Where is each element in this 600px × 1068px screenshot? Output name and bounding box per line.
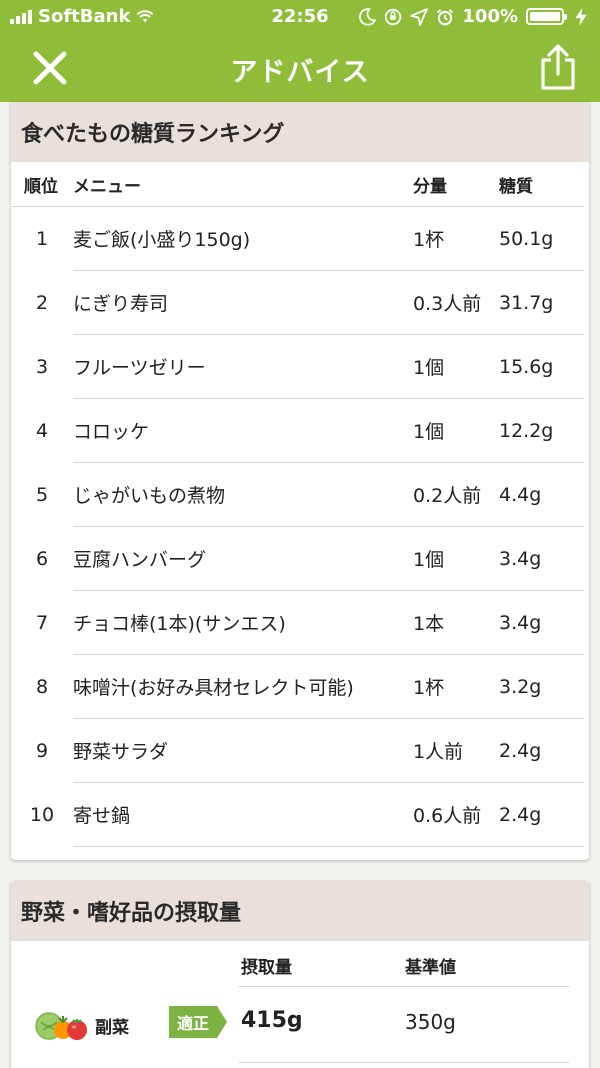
table-row[interactable]: 7 チョコ棒(1本)(サンエス) 1本 3.4g xyxy=(36,591,584,655)
menu-name: チョコ棒(1本)(サンエス) xyxy=(73,613,286,635)
amount: 0.6人前 xyxy=(413,805,482,827)
menu-name: にぎり寿司 xyxy=(73,293,169,315)
amount: 1人前 xyxy=(413,741,464,763)
column-header-amount: 分量 xyxy=(413,176,447,197)
column-header-standard: 基準値 xyxy=(405,958,456,978)
rank-number: 5 xyxy=(35,483,49,506)
orientation-lock-icon xyxy=(385,8,402,25)
battery-percent: 100% xyxy=(462,6,518,27)
rank-number: 3 xyxy=(35,355,49,378)
ranking-title: 食べたもの糖質ランキング xyxy=(11,102,589,162)
table-row[interactable]: 9 野菜サラダ 1人前 2.4g xyxy=(36,719,584,783)
table-row[interactable]: 8 味噌汁(お好み具材セレクト可能) 1杯 3.2g xyxy=(36,655,584,719)
page-title: アドバイス xyxy=(230,57,370,88)
status-bar: SoftBank 22:56 100% xyxy=(0,0,600,34)
rank-number: 9 xyxy=(35,739,49,762)
column-header-menu: メニュー xyxy=(73,176,141,197)
menu-name: 麦ご飯(小盛り150g) xyxy=(73,229,251,251)
amount: 1個 xyxy=(413,421,445,443)
nav-bar: アドバイス xyxy=(0,34,600,102)
carb-value: 2.4g xyxy=(499,739,542,762)
carb-value: 12.2g xyxy=(499,419,554,442)
carb-value: 3.4g xyxy=(499,547,542,570)
carb-value: 2.4g xyxy=(499,803,542,826)
charging-icon xyxy=(575,7,587,26)
status-icons: 100% xyxy=(358,6,590,27)
carb-value: 4.4g xyxy=(499,483,542,506)
vegetables-icon xyxy=(35,1012,87,1040)
rank-number: 7 xyxy=(35,611,49,634)
intake-title: 野菜・嗜好品の摂取量 xyxy=(11,881,589,941)
rank-number: 1 xyxy=(35,227,49,250)
carb-value: 3.2g xyxy=(499,675,542,698)
carb-value: 50.1g xyxy=(499,227,554,250)
menu-name: 味噌汁(お好み具材セレクト可能) xyxy=(73,677,354,699)
location-icon xyxy=(410,7,429,26)
menu-name: コロッケ xyxy=(73,421,150,443)
rank-number: 6 xyxy=(35,547,49,570)
menu-name: 豆腐ハンバーグ xyxy=(73,549,207,571)
amount: 0.2人前 xyxy=(413,485,482,507)
table-row[interactable]: 5 じゃがいもの煮物 0.2人前 4.4g xyxy=(36,463,584,527)
table-row[interactable]: 3 フルーツゼリー 1個 15.6g xyxy=(36,335,584,399)
row-divider xyxy=(239,986,569,987)
row-divider xyxy=(239,1062,569,1063)
amount: 0.3人前 xyxy=(413,293,482,315)
rank-number: 10 xyxy=(29,803,55,826)
intake-label: 副菜 xyxy=(95,1018,129,1038)
intake-column-headers: 摂取量 基準値 xyxy=(11,941,589,986)
status-badge-label: 適正 xyxy=(169,1006,217,1038)
rank-number: 2 xyxy=(35,291,49,314)
menu-name: フルーツゼリー xyxy=(73,357,206,379)
carb-value: 3.4g xyxy=(499,611,542,634)
amount: 1本 xyxy=(413,613,445,635)
table-row[interactable]: 6 豆腐ハンバーグ 1個 3.4g xyxy=(36,527,584,591)
intake-row-side-dish[interactable]: 副菜 適正 415g 350g xyxy=(11,986,589,1063)
column-header-carb: 糖質 xyxy=(499,176,533,197)
table-row[interactable]: 10 寄せ鍋 0.6人前 2.4g xyxy=(30,783,584,847)
menu-name: じゃがいもの煮物 xyxy=(73,485,226,507)
status-badge: 適正 xyxy=(169,1006,227,1038)
alarm-icon xyxy=(437,8,454,25)
table-row[interactable]: 1 麦ご飯(小盛り150g) 1杯 50.1g xyxy=(36,207,584,271)
carb-value: 15.6g xyxy=(499,355,554,378)
amount: 1個 xyxy=(413,549,445,571)
ranking-column-headers: 順位 メニュー 分量 糖質 xyxy=(11,162,584,207)
carb-ranking-card: 食べたもの糖質ランキング 順位 メニュー 分量 糖質 1 麦ご飯(小盛り150g… xyxy=(11,102,589,860)
carb-value: 31.7g xyxy=(499,291,554,314)
rank-number: 4 xyxy=(35,419,49,442)
intake-value: 415g xyxy=(241,1008,303,1033)
table-row[interactable]: 2 にぎり寿司 0.3人前 31.7g xyxy=(36,271,584,335)
menu-name: 寄せ鍋 xyxy=(73,805,131,827)
standard-value: 350g xyxy=(405,1010,456,1034)
rank-number: 8 xyxy=(35,675,49,698)
column-header-intake: 摂取量 xyxy=(241,958,292,978)
amount: 1個 xyxy=(413,357,445,379)
battery-icon xyxy=(526,8,567,25)
intake-card: 野菜・嗜好品の摂取量 摂取量 基準値 副菜 適正 415g 350g xyxy=(11,881,589,1068)
column-header-rank: 順位 xyxy=(24,176,58,197)
share-icon[interactable] xyxy=(538,44,578,90)
menu-name: 野菜サラダ xyxy=(73,741,169,763)
moon-icon xyxy=(359,7,377,26)
table-row[interactable]: 4 コロッケ 1個 12.2g xyxy=(36,399,584,463)
amount: 1杯 xyxy=(413,677,445,699)
amount: 1杯 xyxy=(413,229,445,251)
